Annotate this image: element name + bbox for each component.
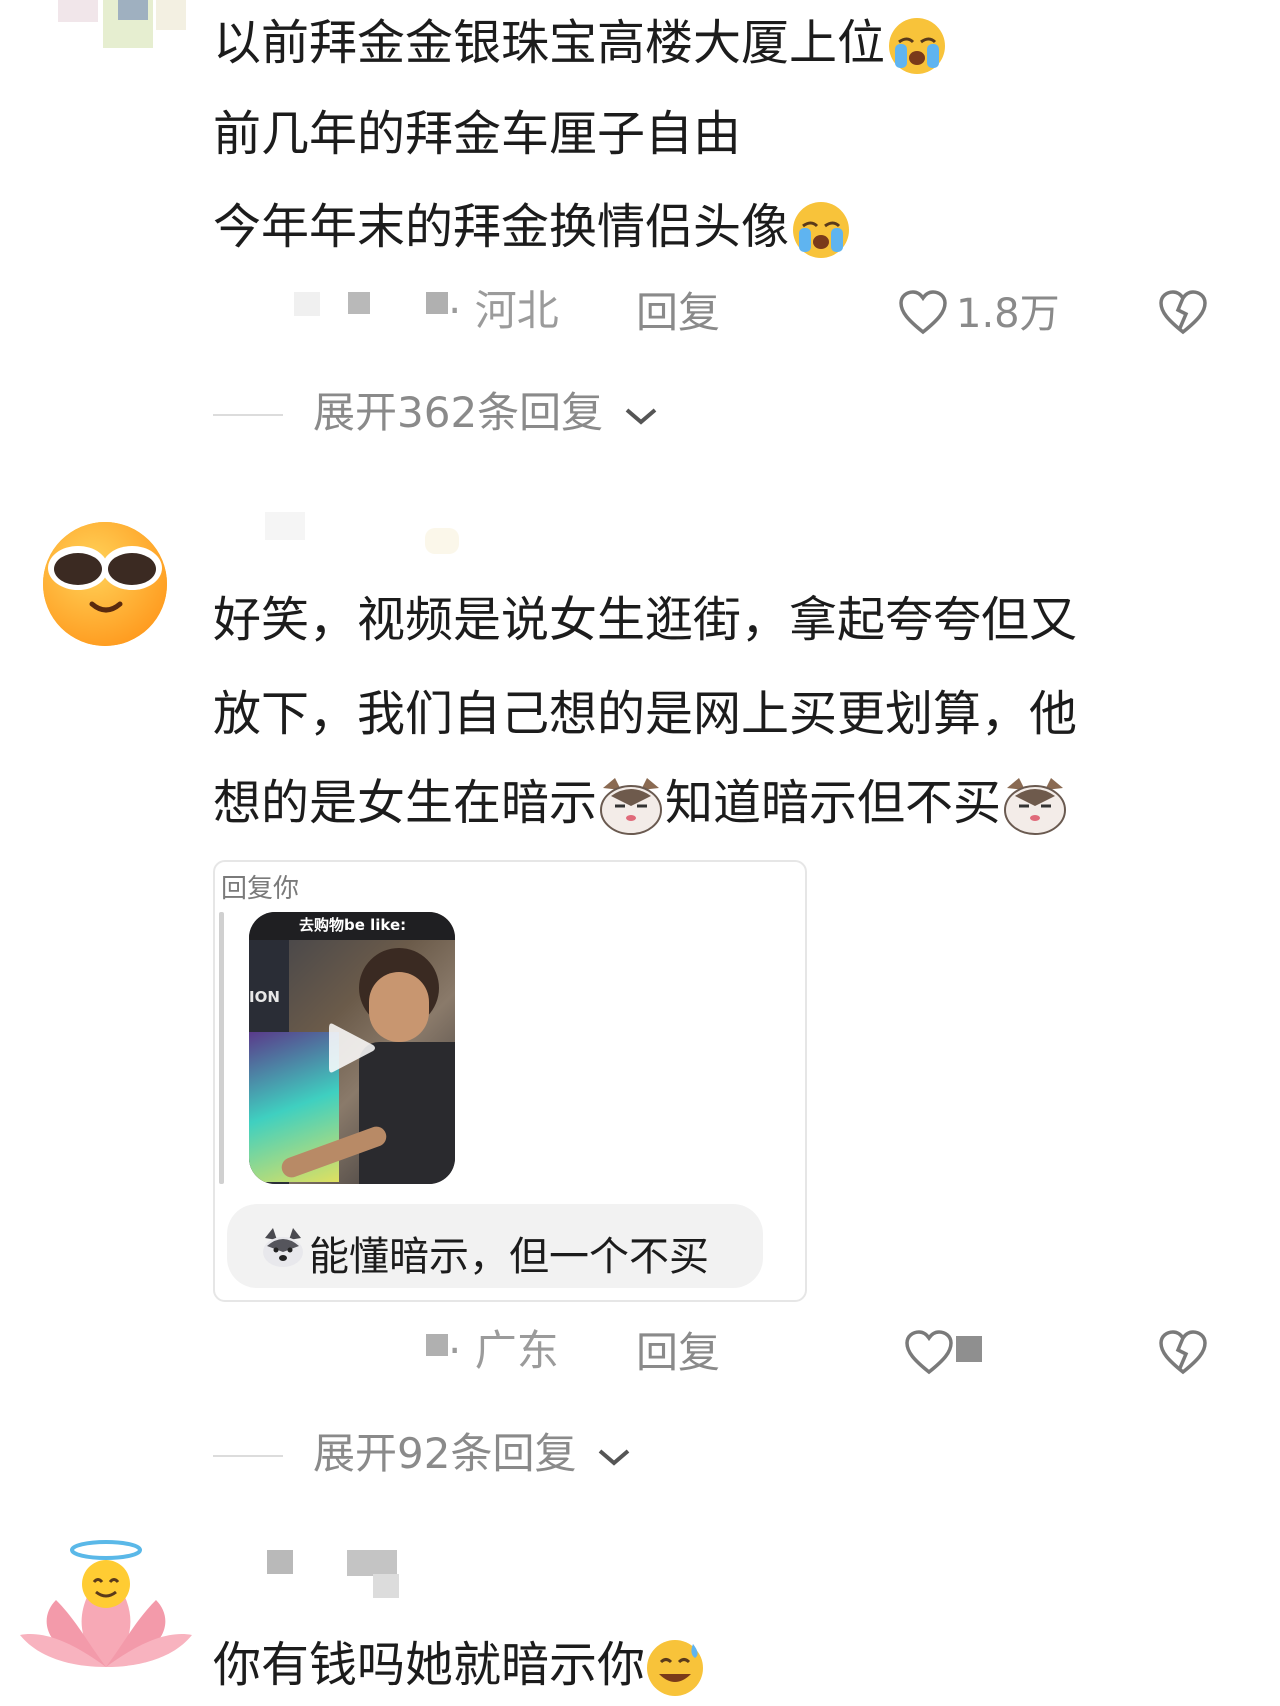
chevron-down-icon — [598, 1448, 630, 1466]
like-button[interactable]: 1.8万 — [898, 288, 1088, 344]
dislike-heart-icon[interactable] — [1158, 290, 1208, 336]
video-thumbnail[interactable]: 去购物be like: ION — [249, 912, 455, 1184]
expand-replies-button[interactable]: 展开362条回复 — [313, 392, 659, 434]
expand-divider — [213, 414, 283, 416]
avatar-lotus-angel[interactable] — [16, 1540, 196, 1667]
play-icon[interactable] — [327, 1020, 377, 1076]
blurred-date — [294, 292, 320, 316]
quote-text-bubble: 能懂暗示，但一个不买 — [227, 1204, 763, 1288]
like-count-blurred — [956, 1336, 982, 1362]
avatar-sunglasses[interactable] — [40, 516, 170, 646]
expand-replies-button[interactable]: 展开92条回复 — [313, 1433, 632, 1475]
dislike-heart-icon[interactable] — [1158, 1330, 1208, 1376]
meta-row: · 广东 回复 — [290, 1328, 1230, 1384]
sweat-smile-emoji — [645, 1638, 705, 1698]
like-button[interactable] — [904, 1328, 1004, 1384]
video-caption: 去购物be like: — [299, 916, 407, 934]
blurred-date — [348, 292, 370, 314]
location-label: · 河北 — [448, 286, 559, 335]
heart-icon — [899, 290, 947, 335]
blurred-date — [426, 292, 448, 314]
avatar-partial[interactable] — [48, 0, 186, 50]
blurred-date — [426, 1334, 448, 1356]
quote-text: 能懂暗示，但一个不买 — [309, 1234, 709, 1280]
comment-text-line-1: 以前拜金金银珠宝高楼大厦上位 — [213, 16, 947, 76]
meta-row: · 河北 回复 1.8万 — [290, 288, 1230, 344]
chevron-down-icon — [625, 407, 656, 425]
crying-face-emoji — [887, 16, 947, 76]
comment-text-line-2: 放下，我们自己想的是网上买更划算，他 — [213, 686, 1078, 742]
husky-dog-emoji — [261, 1228, 305, 1268]
crying-face-emoji — [791, 200, 851, 260]
reply-button[interactable]: 回复 — [636, 1332, 720, 1374]
like-count: 1.8万 — [956, 291, 1060, 337]
quoted-reply-card[interactable]: 回复你 去购物be like: ION 能懂暗示，但一个不买 — [213, 860, 807, 1302]
cat-face-emoji — [1001, 776, 1069, 836]
heart-icon — [905, 1330, 953, 1375]
location-label: · 广东 — [448, 1326, 559, 1375]
store-sign: ION — [249, 988, 280, 1006]
expand-divider — [213, 1455, 283, 1457]
comment-text-line-1: 好笑，视频是说女生逛街，拿起夸夸但又 — [213, 592, 1078, 648]
quote-bar — [219, 912, 224, 1184]
comment-text-line-3: 想的是女生在暗示 知道暗示但不买 — [213, 776, 1069, 836]
comment-text-line-1: 你有钱吗她就暗示你 — [213, 1638, 705, 1698]
quote-header: 回复你 — [221, 874, 300, 904]
reply-button[interactable]: 回复 — [636, 292, 720, 334]
username-blurred[interactable] — [265, 506, 465, 556]
comment-text-line-3: 今年年末的拜金换情侣头像 — [213, 200, 851, 260]
cat-face-emoji — [597, 776, 665, 836]
username-blurred[interactable] — [265, 1548, 415, 1602]
comment-text-line-2: 前几年的拜金车厘子自由 — [213, 106, 742, 162]
